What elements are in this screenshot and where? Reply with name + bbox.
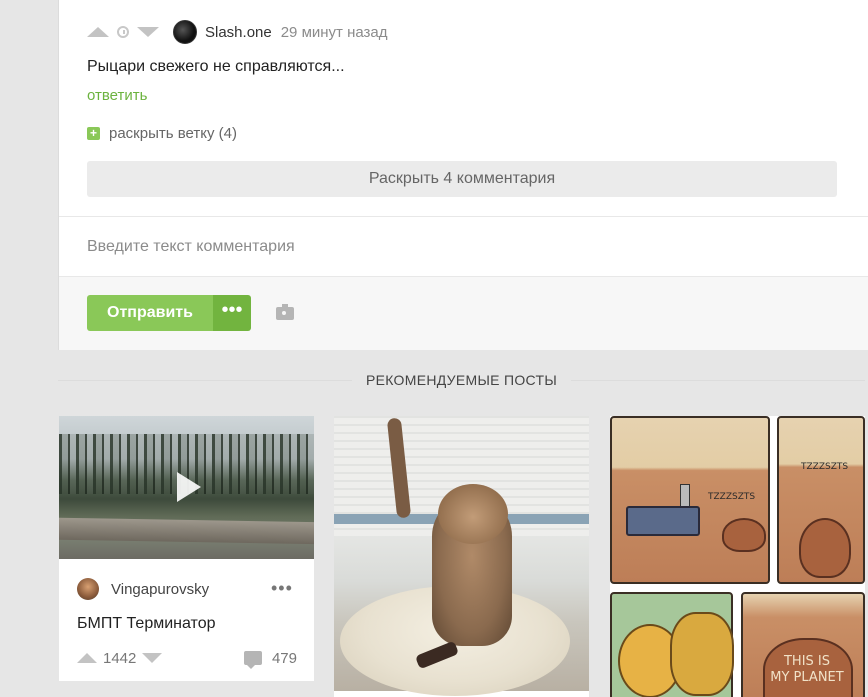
plus-icon: + bbox=[87, 127, 100, 140]
comment-header: Slash.one 29 минут назад bbox=[87, 20, 388, 44]
downvote-icon[interactable] bbox=[142, 653, 163, 663]
more-icon[interactable]: ••• bbox=[271, 578, 293, 599]
comic-text: TZZZSZTS bbox=[708, 492, 756, 502]
post-author-name[interactable]: Vingapurovsky bbox=[111, 581, 209, 598]
upvote-icon[interactable] bbox=[77, 653, 97, 663]
divider bbox=[58, 379, 352, 381]
composer-footer: Отправить ••• bbox=[59, 276, 868, 350]
comment-icon[interactable] bbox=[243, 651, 262, 669]
video-scenery bbox=[59, 517, 314, 545]
avatar[interactable] bbox=[173, 20, 197, 44]
upvote-icon[interactable] bbox=[87, 27, 109, 37]
comic-text: TZZZSZTS bbox=[801, 462, 849, 472]
avatar[interactable] bbox=[77, 578, 99, 600]
recommended-posts-header: РЕКОМЕНДУЕМЫЕ ПОСТЫ bbox=[58, 372, 866, 388]
comic-sign-text: THIS IS MY PLANET bbox=[767, 654, 847, 686]
comment-time: 29 минут назад bbox=[280, 23, 388, 41]
divider bbox=[59, 216, 868, 217]
post-stats: 1442 479 bbox=[77, 648, 297, 669]
clock-icon bbox=[117, 26, 129, 38]
comic-rock bbox=[722, 518, 766, 552]
play-icon[interactable] bbox=[177, 472, 201, 502]
comic-bear bbox=[670, 612, 734, 696]
post-image[interactable] bbox=[334, 416, 589, 696]
post-author[interactable]: Vingapurovsky bbox=[77, 578, 209, 600]
comic-rover bbox=[626, 506, 700, 536]
post-title[interactable]: БМПТ Терминатор bbox=[77, 615, 215, 633]
comment-input[interactable]: Введите текст комментария bbox=[87, 238, 295, 256]
post-rating: 1442 bbox=[103, 649, 137, 667]
comic-panel: TZZZSZTS bbox=[777, 416, 865, 584]
downvote-icon[interactable] bbox=[137, 27, 159, 37]
post-card[interactable]: Vingapurovsky ••• БМПТ Терминатор 1442 4… bbox=[59, 416, 314, 681]
post-card[interactable] bbox=[334, 416, 589, 697]
comment-author[interactable]: Slash.one bbox=[205, 24, 272, 41]
post-video-thumbnail[interactable] bbox=[59, 416, 314, 559]
send-options-button[interactable]: ••• bbox=[213, 295, 251, 331]
camera-icon[interactable] bbox=[276, 304, 294, 320]
post-card[interactable]: TZZZSZTS TZZZSZTS THIS IS MY PLANET bbox=[610, 416, 865, 697]
expand-comments-button[interactable]: Раскрыть 4 комментария bbox=[87, 161, 837, 197]
comic-sign-line: THIS IS bbox=[783, 654, 831, 669]
expand-branch-link[interactable]: + раскрыть ветку (4) bbox=[87, 125, 237, 142]
comic-panel: TZZZSZTS bbox=[610, 416, 770, 584]
comic-panel bbox=[610, 592, 734, 697]
send-button[interactable]: Отправить bbox=[87, 295, 213, 331]
expand-branch-label: раскрыть ветку (4) bbox=[109, 125, 237, 142]
comic-panel: THIS IS MY PLANET bbox=[741, 592, 865, 697]
post-comments-count[interactable]: 479 bbox=[272, 650, 297, 667]
reply-link[interactable]: ответить bbox=[87, 87, 147, 104]
comic-sign-line: MY PLANET bbox=[770, 670, 844, 685]
recommended-posts-title: РЕКОМЕНДУЕМЫЕ ПОСТЫ bbox=[365, 372, 558, 388]
comment-panel: Slash.one 29 минут назад Рыцари свежего … bbox=[58, 0, 868, 350]
comic-rock bbox=[799, 518, 851, 578]
comment-text: Рыцари свежего не справляются... bbox=[87, 58, 345, 75]
image-cat-head bbox=[438, 484, 508, 544]
divider bbox=[571, 379, 866, 381]
